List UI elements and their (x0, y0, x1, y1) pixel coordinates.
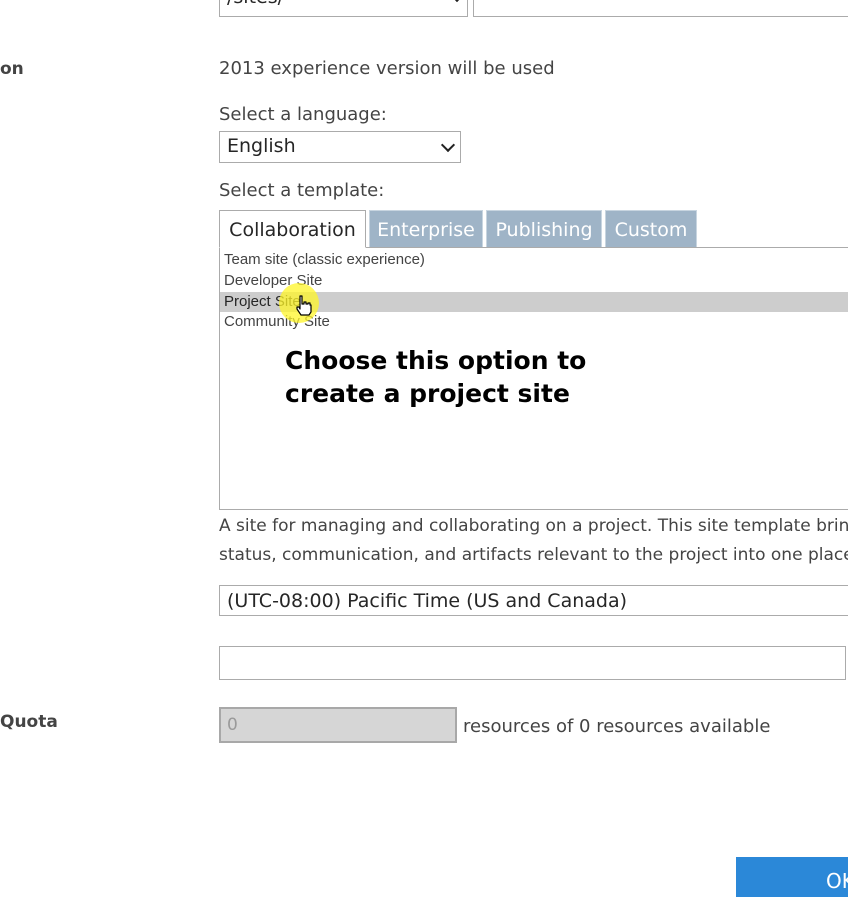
tab-publishing[interactable]: Publishing (486, 210, 602, 248)
site-url-input[interactable] (473, 0, 848, 17)
quota-available-text: resources of 0 resources available (463, 716, 771, 737)
experience-section-label: on (0, 59, 24, 79)
template-description-line-1: A site for managing and collaborating on… (219, 516, 848, 536)
tab-collaboration[interactable]: Collaboration (219, 210, 366, 248)
language-select[interactable]: English (219, 131, 461, 163)
template-item-developer-site[interactable]: Developer Site (220, 271, 848, 291)
quota-value: 0 (227, 715, 238, 735)
chevron-down-icon (440, 137, 456, 153)
time-zone-selected-value: (UTC-08:00) Pacific Time (US and Canada) (227, 590, 628, 612)
tab-enterprise[interactable]: Enterprise (369, 210, 483, 248)
quota-section-label: Quota (0, 712, 58, 732)
administrator-input[interactable] (219, 646, 846, 680)
ok-button-label: OK (826, 869, 848, 893)
quota-input[interactable]: 0 (219, 707, 457, 743)
template-description-line-2: status, communication, and artifacts rel… (219, 545, 848, 565)
ok-button[interactable]: OK (736, 857, 848, 897)
callout-line-2: create a project site (285, 379, 570, 408)
experience-version-text: 2013 experience version will be used (219, 58, 555, 79)
template-item-team-site[interactable]: Team site (classic experience) (220, 250, 848, 270)
language-prompt: Select a language: (219, 104, 387, 125)
callout-line-1: Choose this option to (285, 346, 587, 375)
time-zone-select[interactable]: (UTC-08:00) Pacific Time (US and Canada) (219, 585, 848, 616)
template-prompt: Select a template: (219, 180, 385, 201)
chevron-down-icon (449, 0, 465, 3)
annotation-callout: Choose this option to create a project s… (285, 344, 615, 410)
language-selected-value: English (227, 135, 296, 157)
tab-custom[interactable]: Custom (605, 210, 697, 248)
site-path-value: /sites/ (227, 0, 284, 8)
hand-cursor-icon (296, 295, 312, 316)
site-path-select[interactable]: /sites/ (219, 0, 468, 17)
